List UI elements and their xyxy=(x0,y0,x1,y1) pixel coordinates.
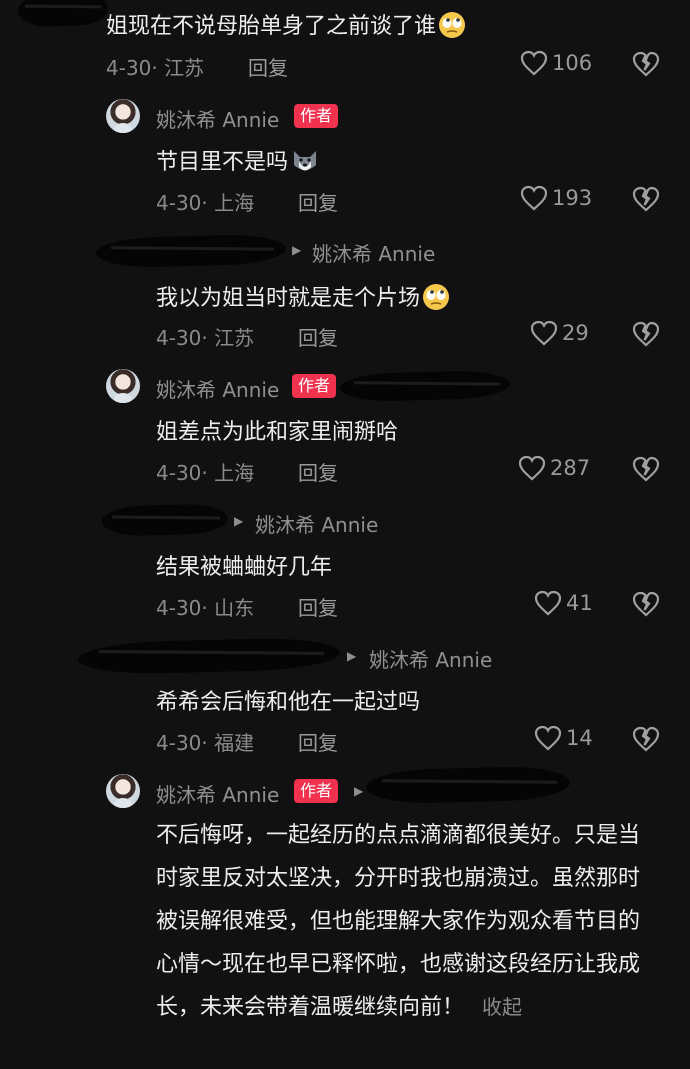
avatar[interactable] xyxy=(106,99,140,133)
comment-text: 我以为姐当时就是走个片场 xyxy=(156,280,450,312)
broken-heart-icon xyxy=(632,321,660,347)
reply-button[interactable]: 回复 xyxy=(298,457,338,486)
redacted-user xyxy=(339,369,511,403)
author-name[interactable]: 姚沐希 Annie xyxy=(156,104,279,133)
broken-heart-icon xyxy=(632,591,660,617)
redacted-user xyxy=(95,233,287,269)
triangle-right-icon: ▶ xyxy=(354,784,364,798)
like-button[interactable]: 193 xyxy=(520,185,592,211)
comment-meta: 4-30· 上海 xyxy=(156,191,255,215)
dislike-button[interactable] xyxy=(632,591,660,621)
author-name[interactable]: 姚沐希 Annie xyxy=(156,374,279,403)
like-button[interactable]: 106 xyxy=(520,50,592,76)
heart-outline-icon xyxy=(534,725,562,751)
dislike-button[interactable] xyxy=(632,456,660,486)
heart-outline-icon xyxy=(530,320,558,346)
comment-text: 节目里不是吗 xyxy=(156,144,318,176)
husky-emoji-icon xyxy=(290,147,318,175)
heart-outline-icon xyxy=(520,50,548,76)
comment-meta: 4-30· 江苏 xyxy=(106,56,205,80)
rolling-eyes-emoji-icon xyxy=(422,283,450,311)
author-badge: 作者 xyxy=(294,779,339,803)
author-badge: 作者 xyxy=(292,374,337,398)
heart-outline-icon xyxy=(534,590,562,616)
broken-heart-icon xyxy=(632,456,660,482)
reply-target-name[interactable]: 姚沐希 Annie xyxy=(369,644,492,673)
triangle-right-icon: ▶ xyxy=(347,649,357,663)
comment-meta: 4-30· 上海 xyxy=(156,461,255,485)
triangle-right-icon: ▶ xyxy=(292,243,302,257)
like-count: 106 xyxy=(552,51,593,75)
like-button[interactable]: 29 xyxy=(530,320,589,346)
reply-button[interactable]: 回复 xyxy=(248,52,288,81)
avatar[interactable] xyxy=(106,774,140,808)
like-count: 29 xyxy=(562,321,589,345)
dislike-button[interactable] xyxy=(632,51,660,81)
broken-heart-icon xyxy=(632,186,660,212)
like-count: 41 xyxy=(566,591,593,615)
reply-button[interactable]: 回复 xyxy=(298,727,338,756)
dislike-button[interactable] xyxy=(632,726,660,756)
like-button[interactable]: 14 xyxy=(534,725,593,751)
reply-button[interactable]: 回复 xyxy=(298,322,338,351)
broken-heart-icon xyxy=(632,726,660,752)
comment-text: 希希会后悔和他在一起过吗 xyxy=(156,690,421,715)
reply-button[interactable]: 回复 xyxy=(298,592,338,621)
reply-target-name[interactable]: 姚沐希 Annie xyxy=(312,238,435,267)
triangle-right-icon: ▶ xyxy=(234,514,244,528)
author-badge: 作者 xyxy=(294,104,339,128)
like-count: 287 xyxy=(550,456,591,480)
redacted-avatar xyxy=(17,0,109,28)
heart-outline-icon xyxy=(520,185,548,211)
comment-text: 不后悔呀，一起经历的点点滴滴都很美好。只是当时家里反对太坚决，分开时我也崩溃过。… xyxy=(156,823,641,1020)
like-button[interactable]: 41 xyxy=(534,590,593,616)
comment-text: 结果被蛐蛐好几年 xyxy=(156,555,333,580)
avatar[interactable] xyxy=(106,369,140,403)
author-name[interactable]: 姚沐希 Annie xyxy=(156,779,279,808)
broken-heart-icon xyxy=(632,51,660,77)
comment-meta: 4-30· 江苏 xyxy=(156,326,255,350)
redacted-user xyxy=(77,636,341,676)
reply-target-name[interactable]: 姚沐希 Annie xyxy=(255,509,378,538)
collapse-button[interactable]: 收起 xyxy=(482,995,522,1019)
reply-button[interactable]: 回复 xyxy=(298,187,338,216)
comment-meta: 4-30· 山东 xyxy=(156,596,255,620)
dislike-button[interactable] xyxy=(632,186,660,216)
redacted-user xyxy=(101,503,229,537)
like-count: 193 xyxy=(552,186,593,210)
heart-outline-icon xyxy=(518,455,546,481)
dislike-button[interactable] xyxy=(632,321,660,351)
comment-meta: 4-30· 福建 xyxy=(156,731,255,755)
redacted-user xyxy=(365,765,571,805)
rolling-eyes-emoji-icon xyxy=(438,11,466,39)
comment-text: 姐现在不说母胎单身了之前谈了谁 xyxy=(106,8,466,40)
like-count: 14 xyxy=(566,726,593,750)
like-button[interactable]: 287 xyxy=(518,455,590,481)
comment-text: 姐差点为此和家里闹掰哈 xyxy=(156,420,399,445)
